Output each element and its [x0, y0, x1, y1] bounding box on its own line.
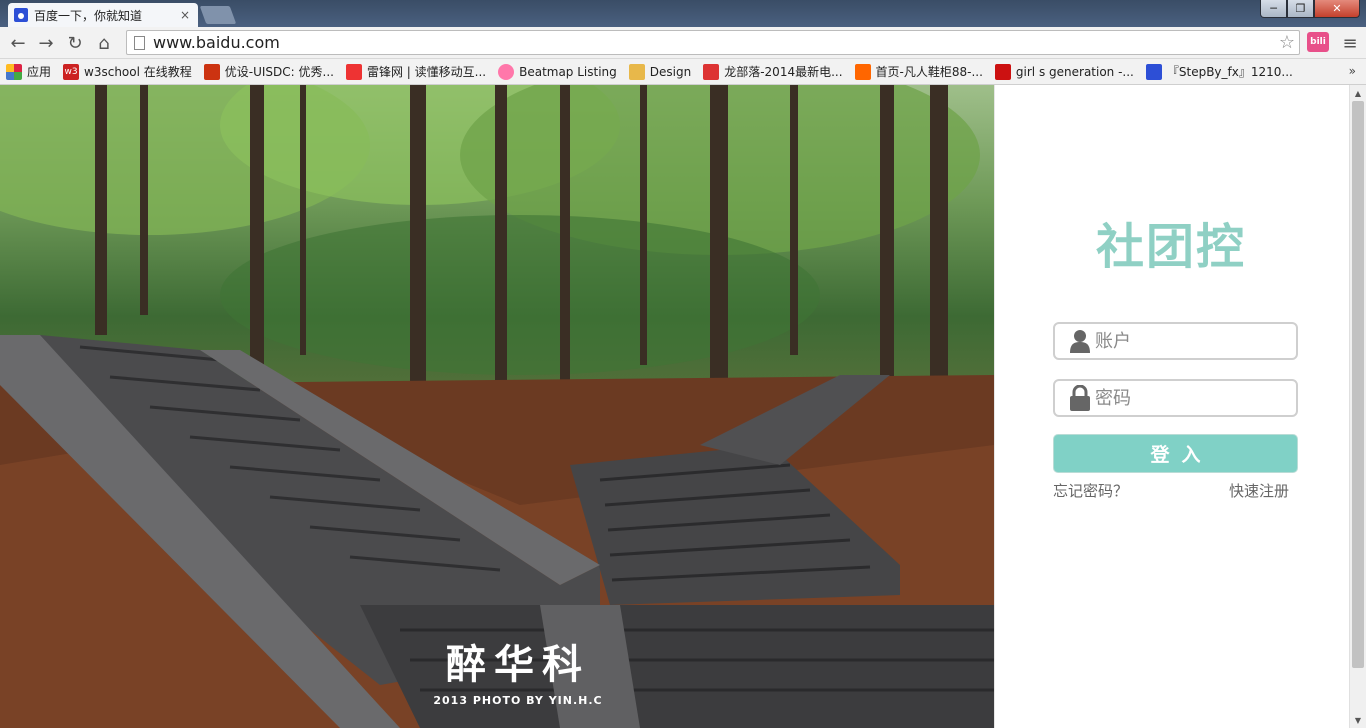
bookmarks-bar: 应用 w3 w3school 在线教程 优设-UISDC: 优秀... 雷锋网 …: [0, 59, 1366, 85]
password-input[interactable]: [1095, 387, 1320, 409]
watermark-caption: 2013 PHOTO BY YIN.H.C: [433, 694, 603, 707]
back-button[interactable]: ←: [6, 31, 30, 55]
home-button[interactable]: ⌂: [92, 31, 116, 55]
lock-icon: [1069, 385, 1091, 411]
bookmark-label: 首页-凡人鞋柜88-...: [875, 65, 983, 79]
scroll-down-arrow-icon[interactable]: ▼: [1350, 712, 1366, 728]
account-field[interactable]: [1053, 322, 1320, 360]
longbuluo-icon: [703, 63, 720, 80]
forgot-password-link[interactable]: 忘记密码？: [1053, 480, 1128, 501]
tab-close-icon[interactable]: ×: [178, 8, 192, 22]
login-panel: 社团控 登入 忘记密码？ 快速注册: [994, 85, 1349, 728]
bookmark-beatmap[interactable]: Beatmap Listing: [498, 63, 617, 80]
folder-icon: [628, 63, 645, 80]
bookmark-w3school[interactable]: w3 w3school 在线教程: [63, 63, 192, 80]
reload-button[interactable]: ↻: [63, 31, 87, 55]
bookmark-label: 应用: [27, 65, 52, 79]
bookmark-leifeng[interactable]: 雷锋网 | 读懂移动互...: [345, 63, 487, 80]
scrollbar-thumb[interactable]: [1352, 101, 1364, 668]
apps-icon: [6, 63, 22, 80]
bookmarks-overflow-button[interactable]: »: [1349, 64, 1356, 78]
bookmark-stepby[interactable]: 『StepBy_fx』1210...: [1145, 63, 1293, 80]
bookmark-design-folder[interactable]: Design: [628, 63, 692, 80]
bookmark-label: w3school 在线教程: [84, 65, 192, 79]
watermark-title: 醉华科: [446, 641, 590, 688]
browser-toolbar: ← → ↻ ⌂ www.baidu.com ☆ bili ≡: [0, 27, 1366, 59]
bilibili-extension-icon[interactable]: bili: [1307, 32, 1329, 52]
uisdc-icon: [203, 63, 220, 80]
window-close-button[interactable]: ✕: [1314, 0, 1360, 18]
bookmark-label: 优设-UISDC: 优秀...: [224, 65, 334, 79]
osu-icon: [498, 63, 515, 80]
account-input[interactable]: [1095, 330, 1320, 352]
bookmark-label: girl s generation -...: [1015, 64, 1134, 79]
window-controls: ─ ❐ ✕: [1260, 0, 1360, 18]
page-content: 醉华科 2013 PHOTO BY YIN.H.C 社团控 账户 登入 忘记密码…: [0, 85, 1366, 728]
bookmark-label: 『StepBy_fx』1210...: [1166, 65, 1293, 79]
bow-icon: [994, 63, 1011, 80]
login-button[interactable]: 登入: [1053, 434, 1298, 473]
browser-tab[interactable]: 百度一下，你就知道 ×: [8, 3, 198, 27]
minimize-button[interactable]: ─: [1260, 0, 1287, 18]
page-scrollbar[interactable]: ▲ ▼: [1349, 85, 1366, 728]
bookmark-star-icon[interactable]: ☆: [1275, 32, 1299, 53]
bookmark-taobao[interactable]: 首页-凡人鞋柜88-...: [854, 63, 983, 80]
baidu-paw-icon: [1145, 63, 1162, 80]
new-tab-button[interactable]: [199, 6, 237, 24]
user-icon: [1069, 328, 1091, 354]
page-icon: [134, 35, 145, 50]
scroll-up-arrow-icon[interactable]: ▲: [1350, 85, 1366, 101]
bookmark-label: 雷锋网 | 读懂移动互...: [366, 65, 487, 79]
bookmark-girls-generation[interactable]: girl s generation -...: [994, 63, 1134, 80]
forest-illustration: [0, 85, 994, 728]
bookmark-apps[interactable]: 应用: [6, 63, 51, 80]
leifeng-icon: [345, 63, 362, 80]
forward-button[interactable]: →: [34, 31, 58, 55]
chrome-menu-icon[interactable]: ≡: [1339, 31, 1361, 55]
bookmark-label: 龙部落-2014最新电...: [724, 65, 843, 79]
taobao-icon: [854, 63, 871, 80]
url-text[interactable]: www.baidu.com: [153, 33, 1275, 52]
tab-title: 百度一下，你就知道: [34, 8, 143, 23]
bookmark-label: Design: [649, 64, 692, 79]
restore-button[interactable]: ❐: [1287, 0, 1314, 18]
address-bar[interactable]: www.baidu.com ☆: [126, 30, 1300, 55]
forest-stairs-photo: 醉华科 2013 PHOTO BY YIN.H.C: [0, 85, 994, 728]
bookmark-longbuluo[interactable]: 龙部落-2014最新电...: [703, 63, 843, 80]
password-field[interactable]: [1053, 379, 1320, 417]
bookmark-uisdc[interactable]: 优设-UISDC: 优秀...: [203, 63, 334, 80]
site-logo: 社团控: [1096, 219, 1247, 275]
baidu-paw-icon: [14, 8, 28, 22]
bookmark-label: Beatmap Listing: [519, 64, 617, 79]
title-bar: 百度一下，你就知道 × ─ ❐ ✕: [0, 0, 1366, 27]
photo-watermark: 醉华科 2013 PHOTO BY YIN.H.C: [433, 640, 603, 707]
w3-icon: w3: [63, 63, 80, 80]
register-link[interactable]: 快速注册: [1229, 480, 1289, 501]
